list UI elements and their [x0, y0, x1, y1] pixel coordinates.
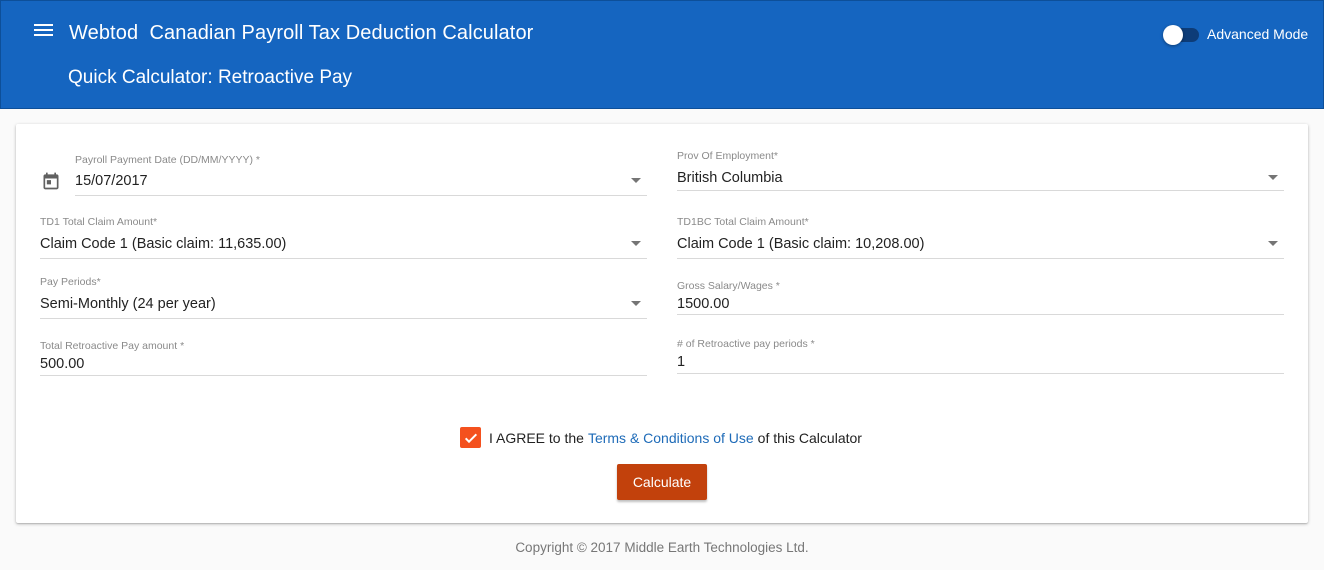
agree-prefix: I AGREE to the	[489, 429, 584, 446]
province-label: Prov Of Employment*	[677, 150, 778, 162]
app-bar: Webtod Canadian Payroll Tax Deduction Ca…	[0, 0, 1324, 109]
checkmark-icon	[464, 433, 477, 443]
payment-date-label: Payroll Payment Date (DD/MM/YYYY) *	[75, 154, 260, 166]
retro-periods-input[interactable]: # of Retroactive pay periods * 1	[677, 336, 1284, 374]
pay-periods-label: Pay Periods*	[40, 276, 101, 288]
pay-periods-select[interactable]: Pay Periods* Semi-Monthly (24 per year)	[40, 274, 647, 319]
td1bc-claim-value: Claim Code 1 (Basic claim: 10,208.00)	[677, 236, 925, 252]
gross-salary-input[interactable]: Gross Salary/Wages * 1500.00	[677, 278, 1284, 315]
pay-periods-value: Semi-Monthly (24 per year)	[40, 296, 216, 312]
retro-periods-value[interactable]: 1	[677, 354, 685, 370]
province-value: British Columbia	[677, 170, 783, 186]
terms-agreement: I AGREE to the Terms & Conditions of Use…	[460, 427, 862, 448]
page-subtitle: Quick Calculator: Retroactive Pay	[68, 67, 353, 88]
app-title: Webtod Canadian Payroll Tax Deduction Ca…	[69, 22, 534, 44]
chevron-down-icon[interactable]	[631, 178, 641, 183]
td1-claim-value: Claim Code 1 (Basic claim: 11,635.00)	[40, 236, 287, 252]
retro-periods-label: # of Retroactive pay periods *	[677, 338, 815, 350]
td1-claim-label: TD1 Total Claim Amount*	[40, 216, 158, 228]
province-select[interactable]: Prov Of Employment* British Columbia	[677, 148, 1284, 191]
menu-icon[interactable]	[34, 24, 54, 38]
agree-suffix: of this Calculator	[757, 429, 862, 446]
advanced-mode-toggle[interactable]: Advanced Mode	[1163, 23, 1308, 45]
calendar-icon[interactable]	[41, 171, 61, 191]
chevron-down-icon[interactable]	[1268, 241, 1278, 246]
td1bc-claim-label: TD1BC Total Claim Amount*	[677, 216, 809, 228]
chevron-down-icon[interactable]	[1268, 175, 1278, 180]
td1-claim-select[interactable]: TD1 Total Claim Amount* Claim Code 1 (Ba…	[40, 214, 647, 259]
gross-salary-value[interactable]: 1500.00	[677, 296, 729, 312]
agree-checkbox[interactable]	[460, 427, 481, 448]
advanced-mode-label: Advanced Mode	[1207, 26, 1309, 42]
terms-link[interactable]: Terms & Conditions of Use	[588, 430, 754, 446]
chevron-down-icon[interactable]	[631, 301, 641, 306]
copyright-footer: Copyright © 2017 Middle Earth Technologi…	[515, 540, 809, 555]
toggle-switch[interactable]	[1163, 24, 1199, 45]
calculate-button[interactable]: Calculate	[617, 464, 707, 500]
td1bc-claim-select[interactable]: TD1BC Total Claim Amount* Claim Code 1 (…	[677, 214, 1284, 259]
gross-salary-label: Gross Salary/Wages *	[677, 280, 780, 292]
payment-date-field[interactable]: Payroll Payment Date (DD/MM/YYYY) * 15/0…	[75, 152, 647, 196]
payment-date-value[interactable]: 15/07/2017	[75, 173, 148, 189]
retro-amount-value[interactable]: 500.00	[40, 356, 84, 372]
chevron-down-icon[interactable]	[631, 241, 641, 246]
retro-amount-label: Total Retroactive Pay amount *	[40, 340, 185, 352]
retro-amount-input[interactable]: Total Retroactive Pay amount * 500.00	[40, 338, 647, 376]
